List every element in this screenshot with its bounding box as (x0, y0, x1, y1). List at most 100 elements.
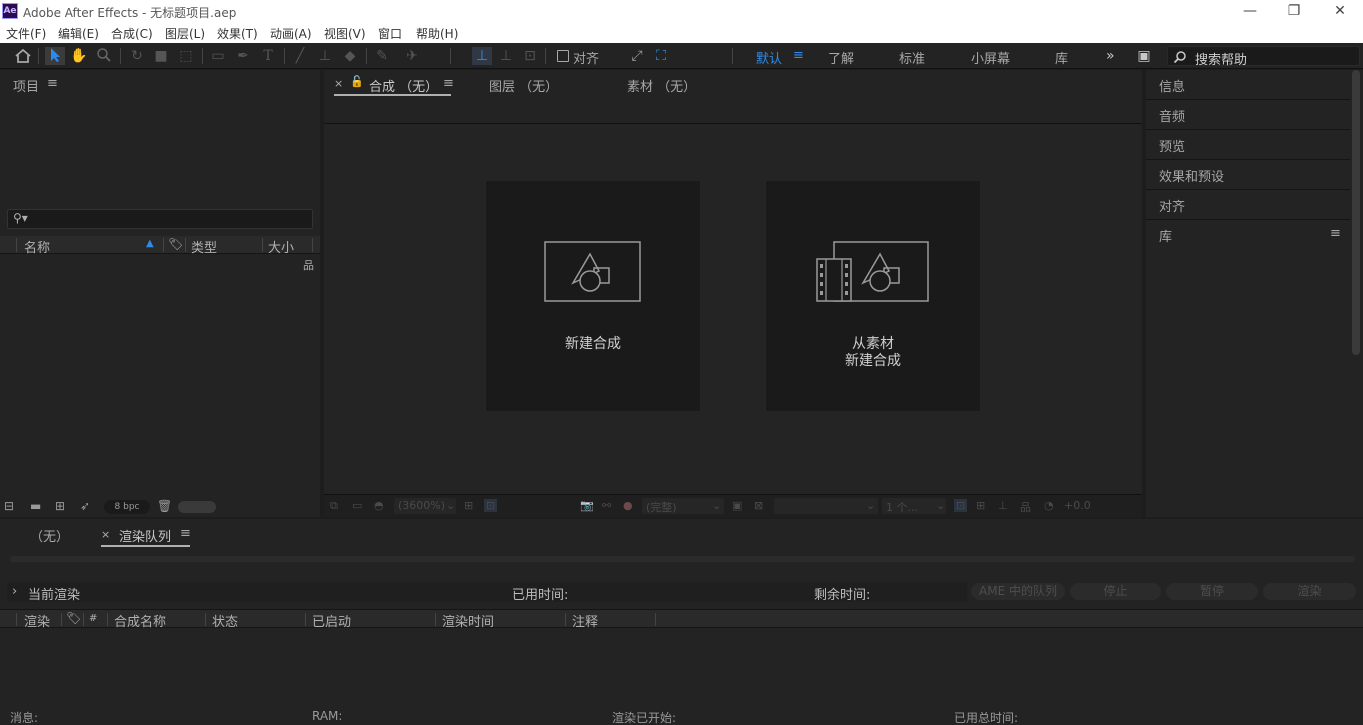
menu-help[interactable]: 帮助(H) (416, 25, 458, 42)
menu-animation[interactable]: 动画(A) (270, 25, 312, 42)
panel-align[interactable]: 对齐 (1146, 190, 1350, 220)
panel-effects-presets[interactable]: 效果和预设 (1146, 160, 1350, 190)
composition-menu-icon[interactable]: ≡ (443, 76, 454, 91)
tab-timeline-none[interactable]: （无） (30, 526, 69, 545)
column-type[interactable]: 类型 (191, 237, 217, 256)
column-render-time[interactable]: 渲染时间 (442, 611, 494, 630)
pan-behind-tool-icon[interactable]: ⬚ (176, 47, 196, 65)
panel-library[interactable]: 库 ≡ (1146, 220, 1350, 250)
channel-icon[interactable]: ● (623, 499, 633, 512)
stop-button[interactable]: 停止 (1070, 583, 1161, 600)
roto-brush-tool-icon[interactable]: ✎ (372, 47, 392, 65)
exposure-value[interactable]: +0.0 (1064, 499, 1091, 512)
puppet-tool-icon[interactable]: ✈ (402, 47, 422, 65)
timeline-icon[interactable]: ⊥ (998, 499, 1008, 512)
restore-icon[interactable]: ❐ (1279, 2, 1309, 20)
hand-tool-icon[interactable]: ✋ (69, 47, 89, 65)
rectangle-tool-icon[interactable]: ▭ (208, 47, 228, 65)
new-folder-icon[interactable]: ▬ (30, 499, 41, 513)
home-icon[interactable] (13, 47, 33, 65)
project-menu-icon[interactable]: ≡ (47, 76, 58, 91)
workspace-library[interactable]: 库 (1055, 48, 1068, 67)
project-search-input[interactable]: ⚲▾ (7, 209, 313, 229)
flowchart-icon[interactable]: 品 (1020, 499, 1031, 515)
column-size[interactable]: 大小 (268, 237, 294, 256)
help-search-input[interactable]: 搜索帮助 (1167, 46, 1360, 68)
column-render[interactable]: 渲染 (24, 611, 50, 630)
minimize-icon[interactable]: — (1235, 2, 1265, 20)
world-axis-icon[interactable]: ⊥ (496, 47, 516, 65)
sort-ascending-icon[interactable]: ▲ (146, 238, 154, 249)
workspace-small-screen[interactable]: 小屏幕 (971, 48, 1010, 67)
local-axis-icon[interactable]: ⊥ (472, 47, 492, 65)
views-layout-dropdown[interactable]: 1 个... ⌄ (882, 498, 946, 514)
snap-options-icon[interactable]: ⤢ (627, 47, 647, 65)
render-queue-menu-icon[interactable]: ≡ (180, 526, 191, 541)
label-tag-icon[interactable]: 🏷 (66, 611, 81, 625)
flowchart-icon[interactable]: 品 (303, 257, 314, 273)
lock-icon[interactable]: 🔓 (350, 75, 364, 88)
tab-layer[interactable]: 图层 （无） (489, 76, 558, 95)
toggle-pixel-aspect-icon[interactable]: ⊡ (954, 499, 968, 512)
region-of-interest-icon[interactable]: ▣ (732, 499, 742, 512)
tab-footage[interactable]: 素材 （无） (627, 76, 696, 95)
show-snapshot-icon[interactable]: ⚯ (602, 499, 611, 512)
eraser-tool-icon[interactable]: ◆ (340, 47, 360, 65)
delete-icon[interactable]: 🗑 (157, 499, 172, 513)
mask-visibility-icon[interactable]: ⊡ (484, 499, 498, 512)
menu-layer[interactable]: 图层(L) (165, 25, 205, 42)
menu-effect[interactable]: 效果(T) (217, 25, 258, 42)
new-composition-tile[interactable]: 新建合成 (486, 181, 700, 411)
close-icon[interactable]: ✕ (1325, 2, 1355, 20)
vr-icon[interactable]: ◓ (374, 499, 384, 512)
view-axis-icon[interactable]: ⊡ (520, 47, 540, 65)
tab-composition[interactable]: 合成 （无） (369, 76, 438, 95)
menu-window[interactable]: 窗口 (378, 25, 402, 42)
project-tab[interactable]: 项目 (13, 76, 39, 95)
clone-stamp-tool-icon[interactable]: ⊥ (315, 47, 335, 65)
camera-view-dropdown[interactable]: ⌄ (774, 498, 878, 514)
pen-tool-icon[interactable]: ✒ (233, 47, 253, 65)
tab-render-queue[interactable]: 渲染队列 (119, 526, 171, 545)
camera-tool-icon[interactable]: ■ (151, 47, 171, 65)
zoom-tool-icon[interactable] (94, 47, 114, 65)
snap-mode-icon[interactable]: ⛶ (651, 47, 671, 65)
panel-preview[interactable]: 预览 (1146, 130, 1350, 160)
column-comp-name[interactable]: 合成名称 (114, 611, 166, 630)
magnification-dropdown[interactable]: (3600%) ⌄ (394, 498, 456, 514)
column-comment[interactable]: 注释 (572, 611, 598, 630)
grid-overlay-icon[interactable]: ⊞ (464, 499, 473, 512)
column-number[interactable]: # (89, 613, 97, 624)
pause-button[interactable]: 暂停 (1166, 583, 1258, 600)
snap-checkbox[interactable] (557, 50, 569, 62)
expand-chevron-icon[interactable]: › (12, 584, 17, 599)
sync-settings-icon[interactable]: ▣ (1133, 47, 1155, 65)
render-button[interactable]: 渲染 (1263, 583, 1356, 600)
workspace-standard[interactable]: 标准 (899, 48, 925, 67)
color-depth-button[interactable]: 8 bpc (104, 500, 150, 514)
column-status[interactable]: 状态 (212, 611, 238, 630)
menu-composition[interactable]: 合成(C) (111, 25, 153, 42)
selection-tool-icon[interactable] (45, 47, 65, 65)
resolution-dropdown[interactable]: (完整) ⌄ (642, 498, 724, 514)
horizontal-scrollbar[interactable] (178, 501, 216, 513)
workspace-default[interactable]: 默认 (756, 48, 782, 67)
close-tab-icon[interactable]: × (101, 528, 110, 541)
panel-audio[interactable]: 音频 (1146, 100, 1350, 130)
interpret-footage-icon[interactable]: ⊟ (4, 499, 14, 513)
workspace-learn[interactable]: 了解 (828, 48, 854, 67)
fast-previews-icon[interactable]: ⊞ (976, 499, 985, 512)
workspace-more-icon[interactable]: » (1106, 48, 1115, 64)
library-menu-icon[interactable]: ≡ (1330, 226, 1341, 241)
brush-tool-icon[interactable]: ╱ (290, 47, 310, 65)
menu-view[interactable]: 视图(V) (324, 25, 366, 42)
always-preview-icon[interactable]: ⧉ (330, 499, 338, 513)
menu-file[interactable]: 文件(F) (6, 25, 46, 42)
type-tool-icon[interactable]: T (258, 47, 278, 65)
menu-edit[interactable]: 编辑(E) (58, 25, 99, 42)
column-started[interactable]: 已启动 (312, 611, 351, 630)
snapshot-icon[interactable]: 📷 (580, 499, 594, 512)
rotate-tool-icon[interactable]: ↻ (127, 47, 147, 65)
workspace-menu-icon[interactable]: ≡ (793, 48, 804, 63)
vertical-scrollbar[interactable] (1352, 70, 1360, 355)
